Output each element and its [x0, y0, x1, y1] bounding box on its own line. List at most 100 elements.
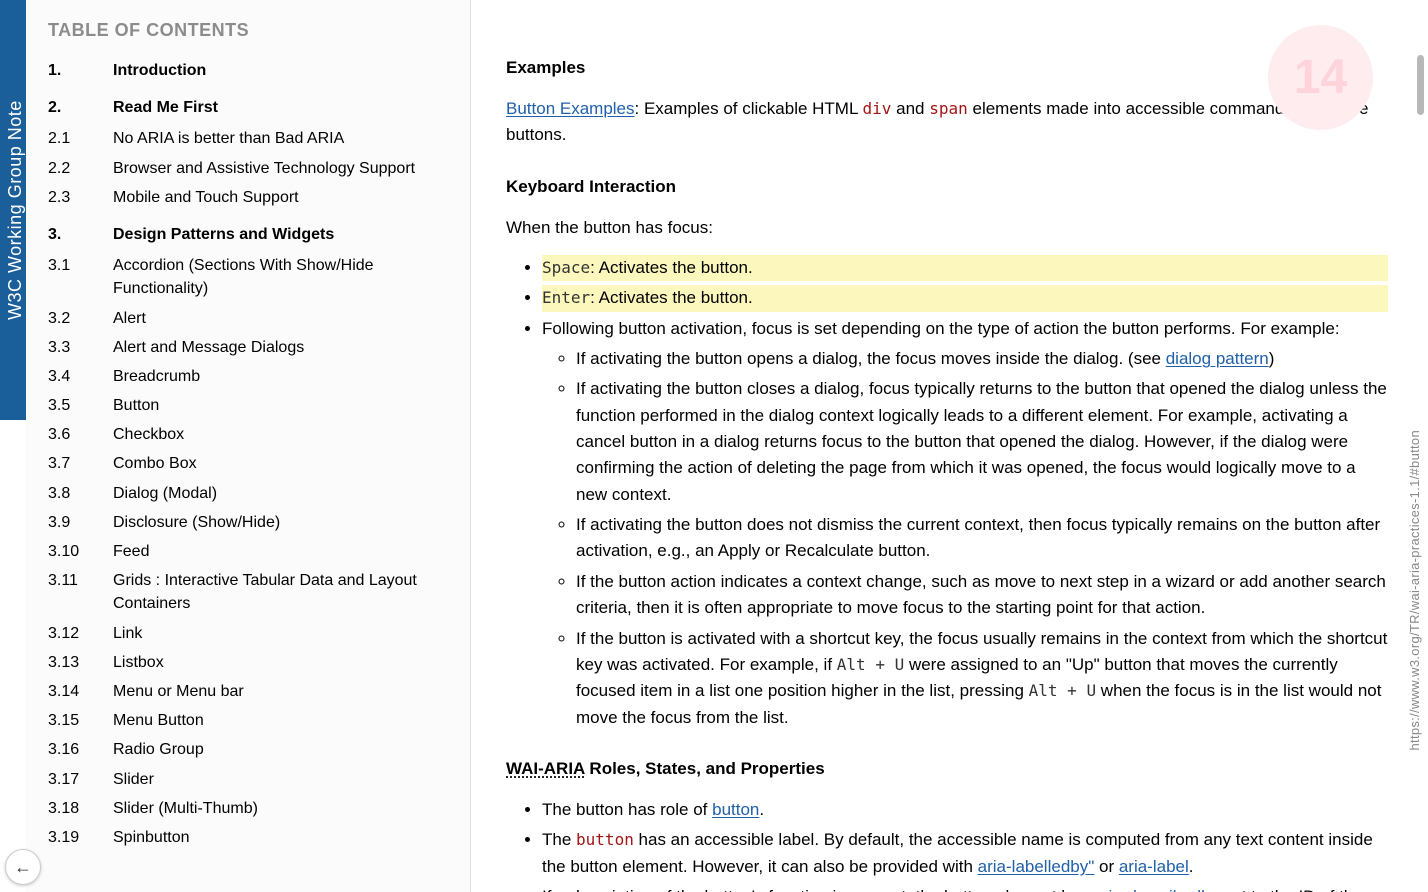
toc-title: TABLE OF CONTENTS [48, 20, 452, 41]
toc-label: Dialog (Modal) [113, 482, 452, 505]
toc-label: Combo Box [113, 452, 452, 475]
toc-label: Spinbutton [113, 826, 452, 849]
toc-item[interactable]: 3.14Menu or Menu bar [48, 680, 452, 703]
toc-label: Browser and Assistive Technology Support [113, 157, 452, 180]
button-role-link[interactable]: button [712, 800, 759, 819]
toc-number: 3.13 [48, 651, 113, 674]
toc-item[interactable]: 3.9Disclosure (Show/Hide) [48, 511, 452, 534]
page-badge: 14 [1268, 25, 1373, 130]
toc-item[interactable]: 3.12Link [48, 622, 452, 645]
scrollbar-thumb[interactable] [1417, 55, 1424, 115]
toc-number: 3.11 [48, 569, 113, 592]
toc-number: 3.1 [48, 254, 113, 277]
list-item: Following button activation, focus is se… [542, 316, 1388, 731]
code-button: button [576, 830, 634, 849]
toc-item[interactable]: 3.19Spinbutton [48, 826, 452, 849]
list-item: If activating the button opens a dialog,… [576, 346, 1388, 372]
toc-item[interactable]: 3.8Dialog (Modal) [48, 482, 452, 505]
toc-sidebar: TABLE OF CONTENTS 1.Introduction2.Read M… [26, 0, 471, 892]
kbd-alt-u-1: Alt + U [837, 655, 904, 674]
toc-number: 1. [48, 59, 113, 82]
toc-item[interactable]: 3.4Breadcrumb [48, 365, 452, 388]
toc-item[interactable]: 3.Design Patterns and Widgets [48, 223, 452, 246]
list-item: If the button action indicates a context… [576, 569, 1388, 622]
toc-label: Feed [113, 540, 452, 563]
wai-aria-abbr: WAI-ARIA [506, 759, 585, 778]
toc-number: 3. [48, 223, 113, 246]
list-item: Enter: Activates the button. [542, 285, 1388, 311]
kbd-enter: Enter [542, 288, 590, 307]
toc-item[interactable]: 3.7Combo Box [48, 452, 452, 475]
toc-number: 3.19 [48, 826, 113, 849]
list-item: If activating the button closes a dialog… [576, 376, 1388, 508]
toc-number: 3.7 [48, 452, 113, 475]
toc-number: 3.12 [48, 622, 113, 645]
toc-label: Breadcrumb [113, 365, 452, 388]
collapse-sidebar-button[interactable]: ← [5, 849, 41, 885]
toc-number: 3.2 [48, 307, 113, 330]
toc-item[interactable]: 3.2Alert [48, 307, 452, 330]
toc-item[interactable]: 3.11Grids : Interactive Tabular Data and… [48, 569, 452, 615]
list-item: If a description of the button's functio… [542, 884, 1388, 892]
side-rail: W3C Working Group Note [0, 0, 26, 420]
toc-label: Menu Button [113, 709, 452, 732]
toc-label: Radio Group [113, 738, 452, 761]
toc-number: 3.6 [48, 423, 113, 446]
toc-item[interactable]: 1.Introduction [48, 59, 452, 82]
toc-number: 2. [48, 96, 113, 119]
kbd-space: Space [542, 258, 590, 277]
rsp-heading: WAI-ARIA Roles, States, and Properties [506, 759, 1388, 779]
toc-label: Mobile and Touch Support [113, 186, 452, 209]
toc-item[interactable]: 3.18Slider (Multi-Thumb) [48, 797, 452, 820]
aria-labelledby-link[interactable]: aria-labelledby" [978, 857, 1095, 876]
keyboard-intro: When the button has focus: [506, 215, 1388, 241]
toc-label: Menu or Menu bar [113, 680, 452, 703]
toc-label: Button [113, 394, 452, 417]
list-item: The button has an accessible label. By d… [542, 827, 1388, 880]
examples-heading: Examples [506, 58, 1388, 78]
toc-label: Link [113, 622, 452, 645]
toc-label: Checkbox [113, 423, 452, 446]
toc-item[interactable]: 3.16Radio Group [48, 738, 452, 761]
toc-item[interactable]: 3.1Accordion (Sections With Show/Hide Fu… [48, 254, 452, 300]
button-examples-link[interactable]: Button Examples [506, 99, 635, 118]
toc-label: Introduction [113, 59, 452, 82]
toc-item[interactable]: 3.13Listbox [48, 651, 452, 674]
list-item: If the button is activated with a shortc… [576, 626, 1388, 731]
list-item: The button has role of button. [542, 797, 1388, 823]
toc-item[interactable]: 3.3Alert and Message Dialogs [48, 336, 452, 359]
toc-number: 3.17 [48, 768, 113, 791]
toc-number: 3.4 [48, 365, 113, 388]
toc-label: No ARIA is better than Bad ARIA [113, 127, 452, 150]
list-item: Space: Activates the button. [542, 255, 1388, 281]
code-div: div [863, 99, 892, 118]
toc-label: Grids : Interactive Tabular Data and Lay… [113, 569, 452, 615]
dialog-pattern-link[interactable]: dialog pattern [1166, 349, 1269, 368]
aria-label-link[interactable]: aria-label [1119, 857, 1189, 876]
toc-number: 3.5 [48, 394, 113, 417]
toc-label: Read Me First [113, 96, 452, 119]
toc-label: Accordion (Sections With Show/Hide Funct… [113, 254, 452, 300]
toc-number: 3.3 [48, 336, 113, 359]
toc-item[interactable]: 3.6Checkbox [48, 423, 452, 446]
toc-label: Design Patterns and Widgets [113, 223, 452, 246]
toc-item[interactable]: 2.2Browser and Assistive Technology Supp… [48, 157, 452, 180]
toc-label: Alert [113, 307, 452, 330]
toc-item[interactable]: 2.1No ARIA is better than Bad ARIA [48, 127, 452, 150]
aria-describedby-link[interactable]: aria-describedby [1093, 887, 1219, 892]
toc-item[interactable]: 3.5Button [48, 394, 452, 417]
main-content: 14 https://www.w3.org/TR/wai-aria-practi… [471, 0, 1428, 892]
rsp-list: The button has role of button. The butto… [506, 797, 1388, 892]
toc-item[interactable]: 3.10Feed [48, 540, 452, 563]
toc-number: 2.1 [48, 127, 113, 150]
toc-number: 2.3 [48, 186, 113, 209]
toc-number: 3.15 [48, 709, 113, 732]
toc-label: Alert and Message Dialogs [113, 336, 452, 359]
toc-item[interactable]: 2.3Mobile and Touch Support [48, 186, 452, 209]
toc-item[interactable]: 2.Read Me First [48, 96, 452, 119]
kbd-alt-u-2: Alt + U [1029, 681, 1096, 700]
toc-item[interactable]: 3.15Menu Button [48, 709, 452, 732]
arrow-left-icon: ← [14, 857, 32, 878]
keyboard-heading: Keyboard Interaction [506, 177, 1388, 197]
toc-item[interactable]: 3.17Slider [48, 768, 452, 791]
